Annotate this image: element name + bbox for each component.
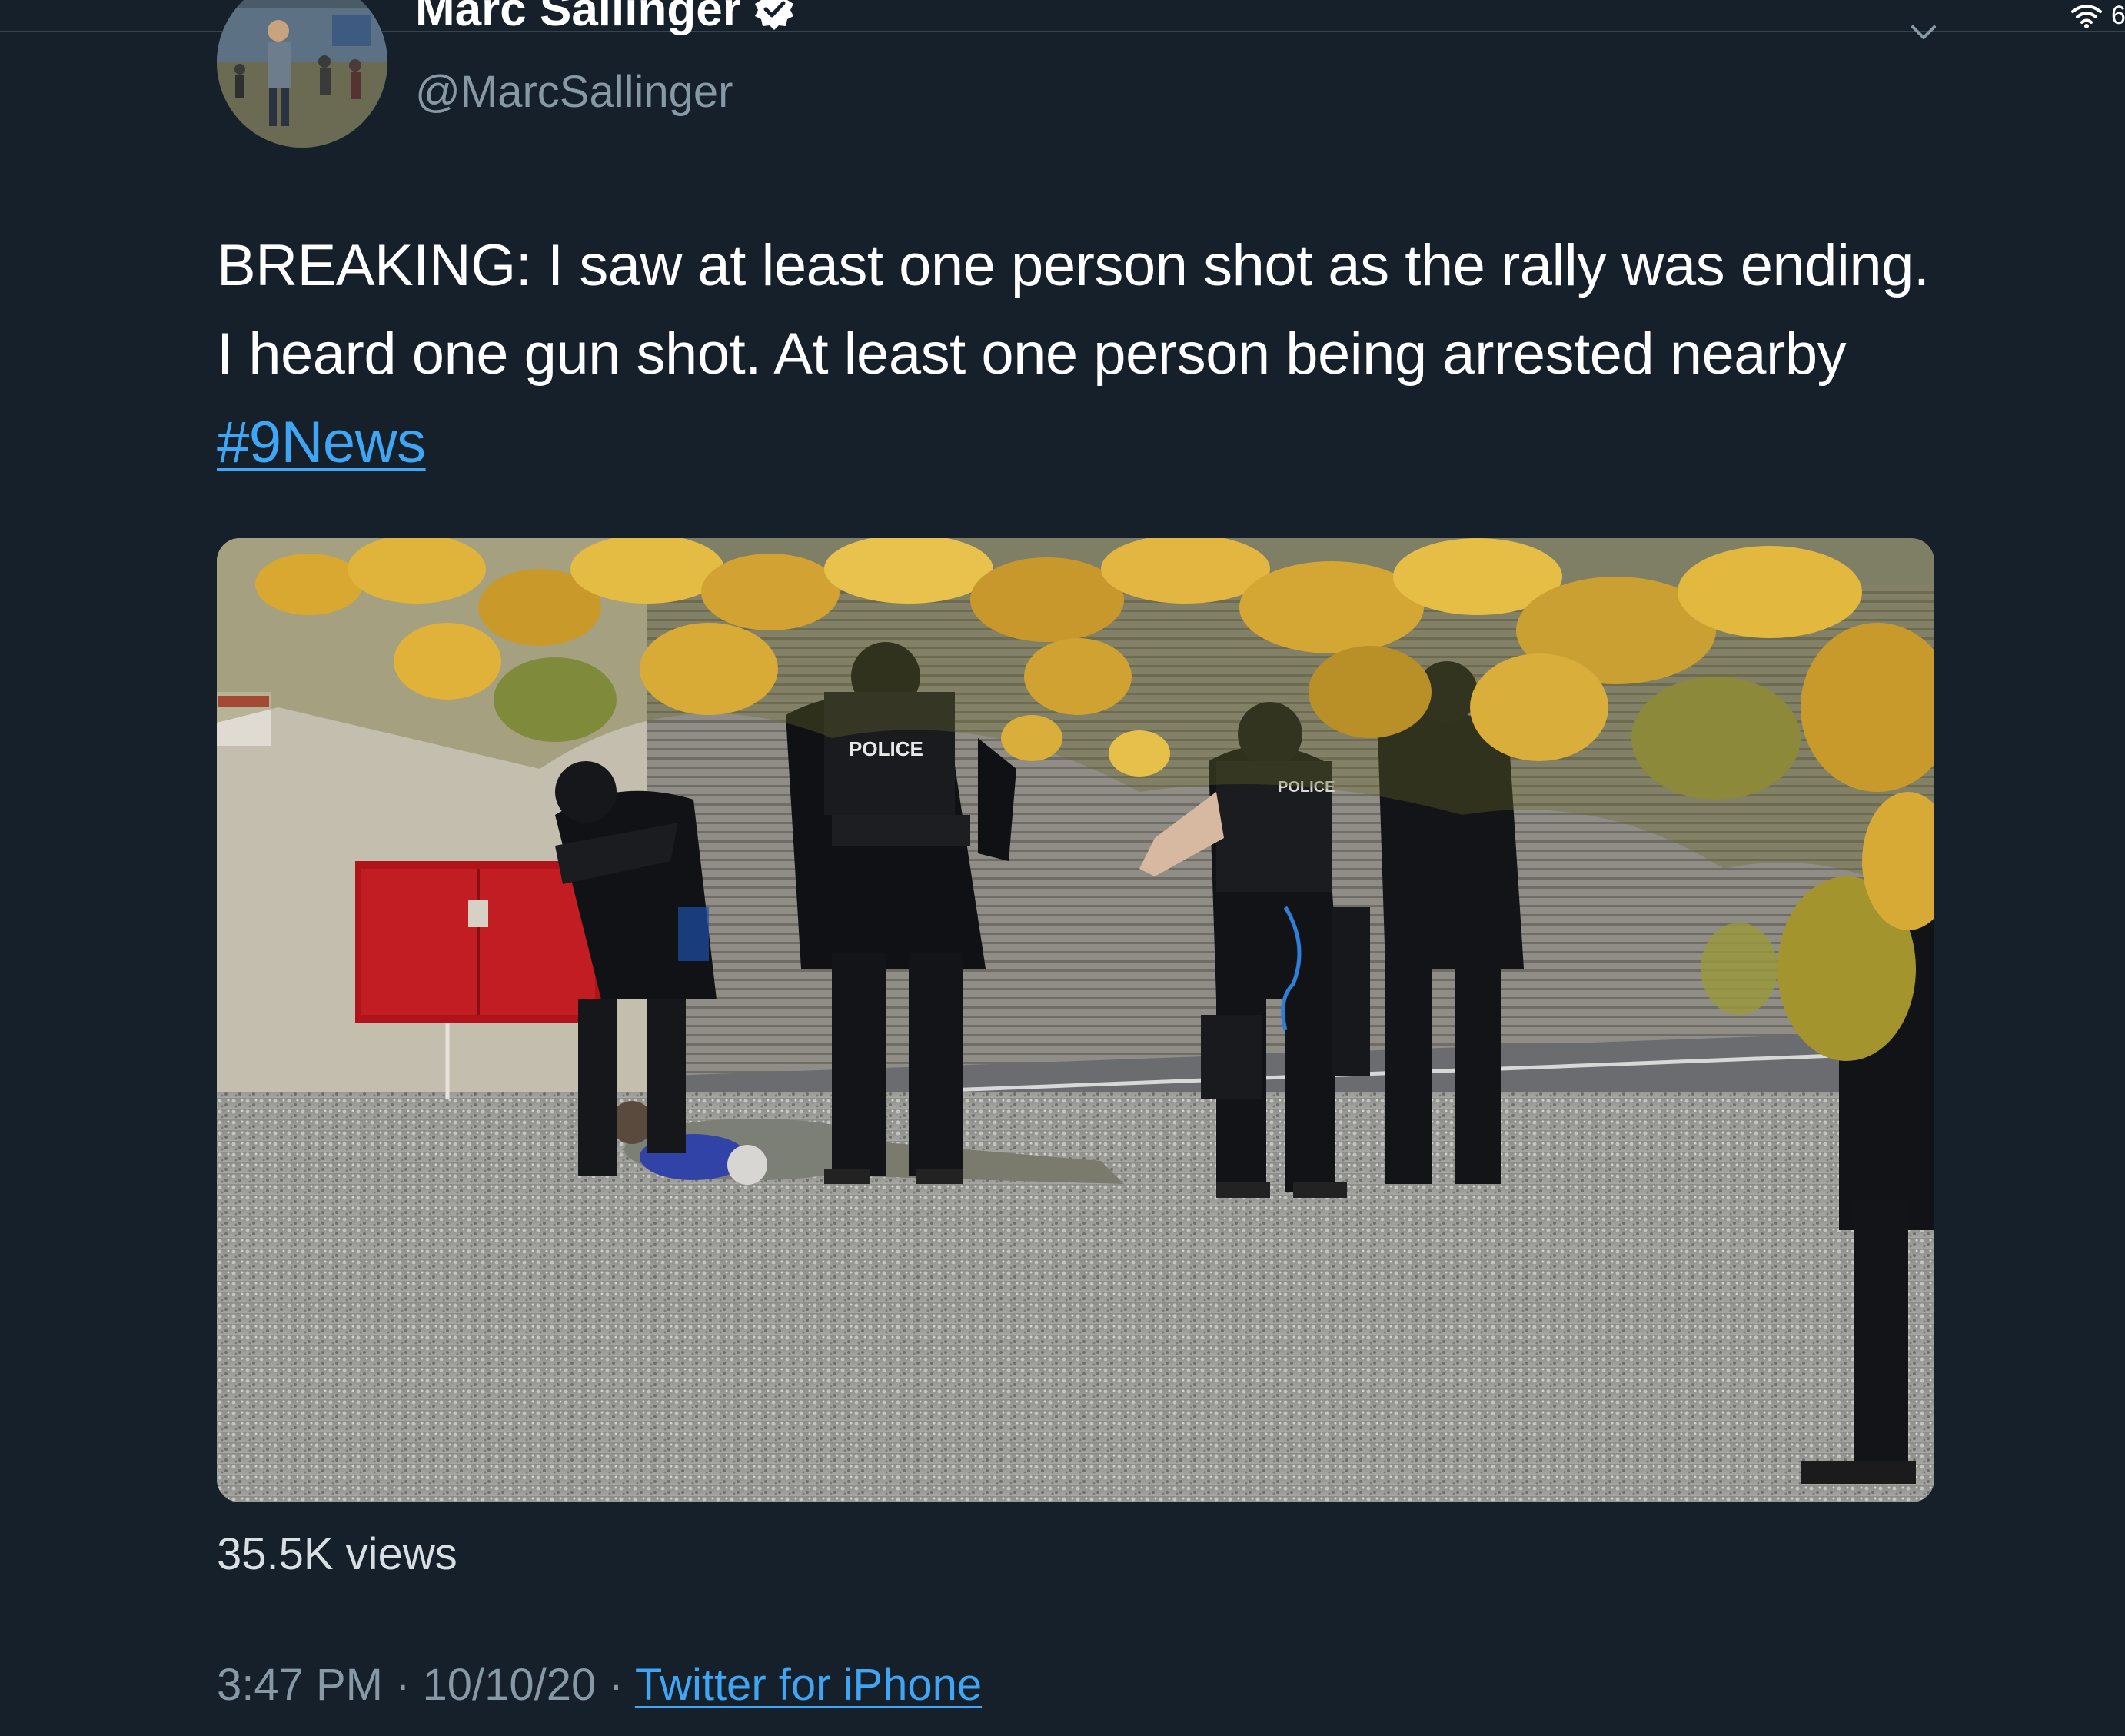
tweet-media-video[interactable]: POLICE POLICE (217, 538, 1934, 1502)
tweet-source-link[interactable]: Twitter for iPhone (635, 1660, 982, 1710)
tweet-detail-page: 6 Marc Sallinger @MarcSallinger BREAKING… (0, 0, 2125, 1736)
status-indicators: 6 (2070, 0, 2125, 31)
avatar-image (217, 0, 387, 148)
meta-separator: · (596, 1660, 635, 1710)
author-display-name[interactable]: Marc Sallinger (415, 0, 741, 37)
author-name-row[interactable]: Marc Sallinger (415, 0, 796, 40)
meta-separator: · (383, 1660, 423, 1710)
battery-percentage: 6 (2111, 0, 2125, 30)
avatar[interactable] (217, 0, 387, 148)
tweet-body-text: BREAKING: I saw at least one person shot… (217, 233, 1930, 387)
view-count: 35.5K views (217, 1529, 457, 1579)
hashtag-link[interactable]: #9News (217, 410, 426, 475)
tweet-time: 3:47 PM (217, 1660, 383, 1710)
vest-label: POLICE (849, 737, 923, 760)
tweet-meta: 3:47 PM · 10/10/20 · Twitter for iPhone (217, 1659, 982, 1711)
author-handle[interactable]: @MarcSallinger (415, 66, 733, 118)
tweet-date: 10/10/20 (422, 1660, 597, 1710)
tweet-text: BREAKING: I saw at least one person shot… (217, 221, 1954, 487)
verified-badge-icon (754, 0, 793, 30)
video-thumbnail: POLICE POLICE (217, 538, 1934, 1502)
chevron-down-icon[interactable] (1910, 23, 1937, 42)
wifi-icon (2071, 5, 2102, 28)
